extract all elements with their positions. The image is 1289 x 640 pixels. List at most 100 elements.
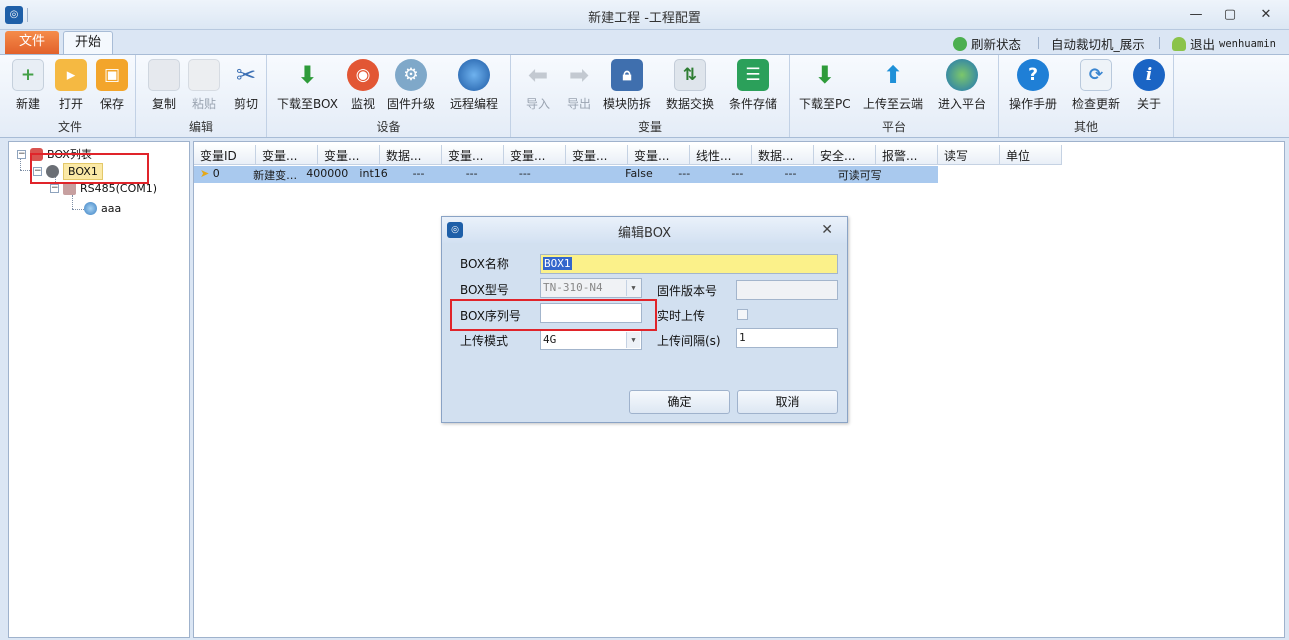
column-header[interactable]: 数据... — [752, 145, 814, 165]
tab-file[interactable]: 文件 — [5, 31, 59, 54]
remote-programming-button[interactable]: 远程编程 — [450, 59, 498, 112]
open-label: 打开 — [58, 97, 83, 111]
ok-button[interactable]: 确定 — [629, 390, 730, 414]
logout-link[interactable]: 退出 wenhuamin — [1172, 34, 1276, 53]
box-name-label: BOX名称 — [460, 257, 509, 271]
chevron-down-icon: ▼ — [626, 280, 640, 296]
table-cell: int16 — [359, 167, 388, 180]
column-header[interactable]: 变量... — [504, 145, 566, 165]
separator — [1038, 37, 1039, 49]
logout-label: 退出 — [1190, 37, 1216, 52]
column-header[interactable]: 变量... — [256, 145, 318, 165]
plc-icon — [84, 202, 97, 215]
folder-open-icon: ▸ — [55, 59, 87, 91]
module-protect-button[interactable]: 🔒︎ 模块防拆 — [603, 59, 651, 112]
export-button[interactable]: ➡ 导出 — [563, 59, 595, 112]
paste-label: 粘贴 — [191, 97, 216, 111]
box-name-input[interactable]: BOX1 — [540, 254, 838, 274]
module-protect-label: 模块防拆 — [603, 97, 652, 111]
realtime-upload-checkbox[interactable] — [737, 309, 748, 320]
refresh-status-link[interactable]: 刷新状态 — [953, 34, 1021, 53]
data-exchange-button[interactable]: ⇅ 数据交换 — [666, 59, 714, 112]
download-arrow-icon: ⬇ — [297, 61, 318, 89]
list-icon: ☰ — [737, 59, 769, 91]
column-header[interactable]: 数据... — [380, 145, 442, 165]
export-label: 导出 — [566, 97, 591, 111]
table-cell — [566, 166, 619, 183]
variable-id-value: 0 — [212, 167, 220, 180]
close-icon[interactable]: ✕ — [1256, 7, 1276, 23]
lock-icon: 🔒︎ — [611, 59, 643, 91]
table-cell: 可读可写 — [837, 169, 882, 182]
window-title: 新建工程 -工程配置 — [588, 11, 701, 26]
upload-cloud-button[interactable]: ⬆ 上传至云端 — [863, 59, 923, 112]
maximize-icon[interactable]: ▢ — [1220, 7, 1240, 23]
download-box-button[interactable]: ⬇ 下载至BOX — [277, 59, 338, 112]
paste-button[interactable]: 粘贴 — [188, 59, 220, 112]
group-label-file: 文件 — [57, 120, 82, 134]
table-cell: --- — [784, 167, 797, 180]
group-label-platform: 平台 — [881, 120, 906, 134]
separator — [1159, 37, 1160, 49]
table-cell: 400000 — [306, 167, 349, 180]
cancel-button[interactable]: 取消 — [737, 390, 838, 414]
save-icon: ▣ — [96, 59, 128, 91]
manual-button[interactable]: ? 操作手册 — [1009, 59, 1057, 112]
download-pc-label: 下载至PC — [799, 97, 851, 111]
group-label-edit: 编辑 — [188, 120, 213, 134]
project-link[interactable]: 自动裁切机_展示 — [1051, 34, 1145, 53]
data-exchange-label: 数据交换 — [666, 97, 715, 111]
collapse-toggle[interactable]: − — [17, 149, 26, 159]
upload-interval-label: 上传间隔(s) — [657, 334, 721, 348]
copy-icon — [148, 59, 180, 91]
column-header[interactable]: 线性... — [690, 145, 752, 165]
collapse-toggle[interactable]: − — [50, 184, 59, 193]
column-header[interactable]: 变量... — [566, 145, 628, 165]
new-button[interactable]: + 新建 — [12, 59, 44, 112]
cut-button[interactable]: ✂ 剪切 — [230, 59, 262, 112]
column-header[interactable]: 读写 — [938, 145, 1000, 165]
realtime-upload-label: 实时上传 — [657, 309, 706, 323]
firmware-upgrade-button[interactable]: ⚙ 固件升级 — [387, 59, 435, 112]
tab-start[interactable]: 开始 — [63, 31, 113, 55]
import-button[interactable]: ⬅ 导入 — [522, 59, 554, 112]
download-arrow-icon: ⬇ — [814, 61, 835, 89]
column-header[interactable]: 单位 — [1000, 145, 1062, 165]
check-update-label: 检查更新 — [1072, 97, 1121, 111]
firmware-version-input[interactable] — [736, 280, 838, 300]
group-variable: ⬅ 导入 ➡ 导出 🔒︎ 模块防拆 ⇅ 数据交换 ☰ 条件存储 变量 — [511, 55, 790, 137]
column-header[interactable]: 报警... — [876, 145, 938, 165]
tree-node-aaa[interactable]: aaa — [84, 202, 121, 215]
enter-platform-label: 进入平台 — [938, 97, 987, 111]
upload-interval-input[interactable]: 1 — [736, 328, 838, 348]
group-other: ? 操作手册 ⟳ 检查更新 i 关于 其他 — [999, 55, 1174, 137]
save-button[interactable]: ▣ 保存 — [96, 59, 128, 112]
check-update-button[interactable]: ⟳ 检查更新 — [1072, 59, 1120, 112]
eye-icon: ◉ — [347, 59, 379, 91]
download-pc-button[interactable]: ⬇ 下载至PC — [799, 59, 851, 112]
box-model-select[interactable]: TN-310-N4 ▼ — [540, 278, 642, 298]
column-header[interactable]: 变量ID — [194, 145, 256, 165]
upload-mode-label: 上传模式 — [460, 334, 509, 348]
table-header: 变量ID 变量... 变量... 数据... 变量... 变量... 变量... 变量... 线… — [194, 145, 1062, 165]
upload-cloud-label: 上传至云端 — [863, 97, 924, 111]
dialog-close-icon[interactable]: ✕ — [821, 222, 833, 238]
enter-platform-button[interactable]: 进入平台 — [938, 59, 986, 112]
about-button[interactable]: i 关于 — [1133, 59, 1165, 112]
column-header[interactable]: 变量... — [628, 145, 690, 165]
column-header[interactable]: 安全... — [814, 145, 876, 165]
group-label-other: 其他 — [1073, 120, 1098, 134]
column-header[interactable]: 变量... — [318, 145, 380, 165]
upload-mode-value: 4G — [543, 333, 557, 346]
table-cell: --- — [518, 167, 531, 180]
upload-interval-value: 1 — [739, 331, 746, 344]
firmware-label: 固件升级 — [387, 97, 436, 111]
table-row[interactable]: ➤ 0 新建变… 400000 int16 --- --- --- False --- --- --… — [194, 166, 938, 183]
open-button[interactable]: ▸ 打开 — [55, 59, 87, 112]
column-header[interactable]: 变量... — [442, 145, 504, 165]
minimize-icon[interactable]: — — [1186, 7, 1206, 23]
condition-storage-button[interactable]: ☰ 条件存储 — [729, 59, 777, 112]
upload-mode-select[interactable]: 4G ▼ — [540, 330, 642, 350]
monitor-button[interactable]: ◉ 监视 — [347, 59, 379, 112]
copy-button[interactable]: 复制 — [148, 59, 180, 112]
